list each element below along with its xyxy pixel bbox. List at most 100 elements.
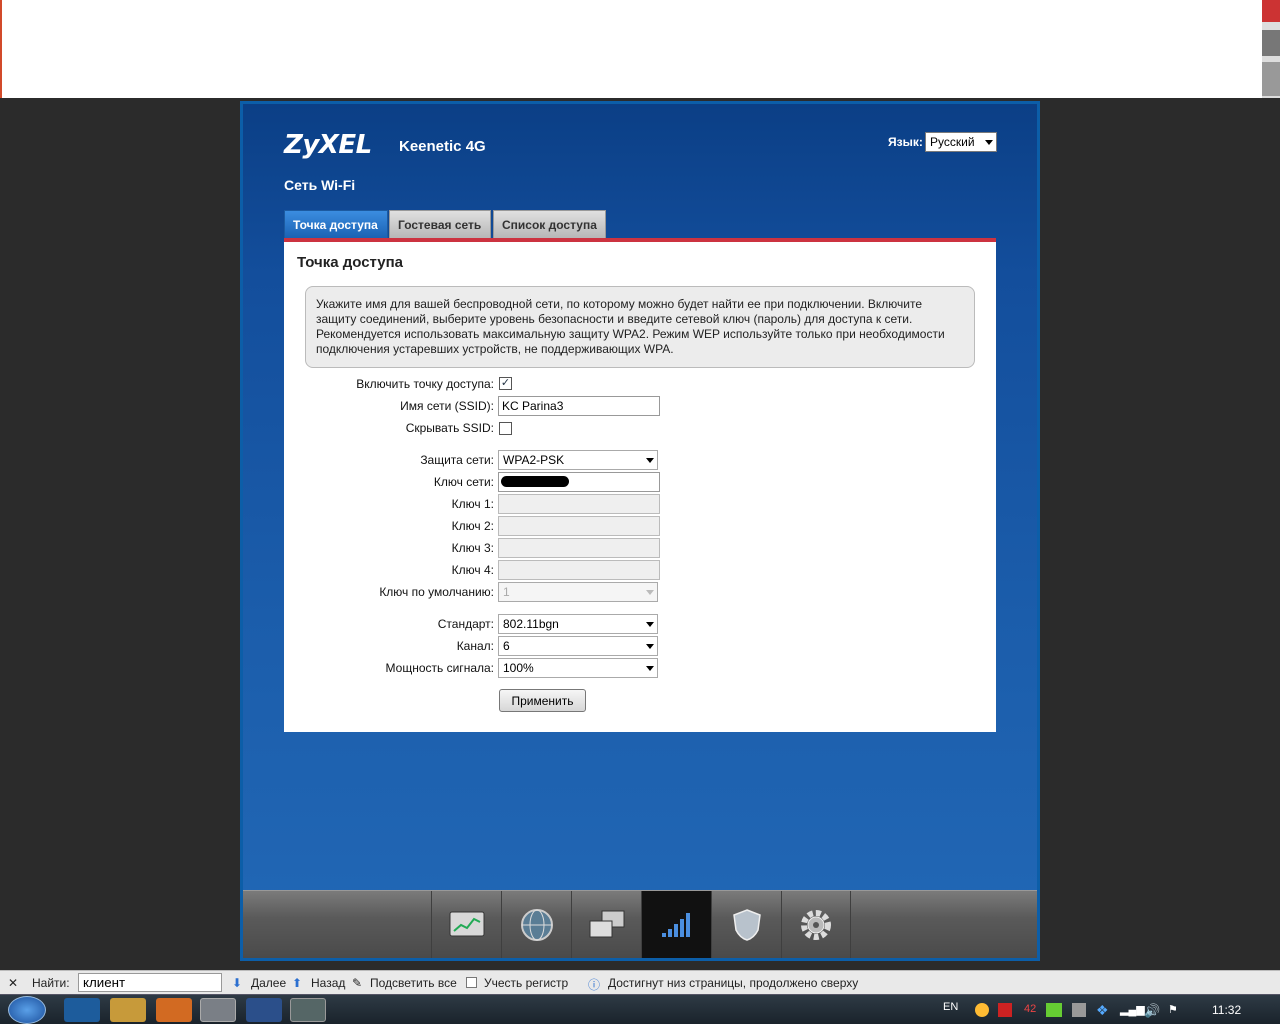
ie-icon[interactable] (64, 998, 100, 1022)
gear-icon (801, 910, 831, 940)
info-icon: ⓘ (588, 978, 601, 992)
default-key-label: Ключ по умолчанию: (379, 585, 494, 599)
key4-input (498, 560, 660, 580)
tray-flash-icon[interactable] (998, 1003, 1012, 1017)
highlight-icon: ✎ (352, 976, 363, 990)
language-label: Язык: (888, 135, 923, 149)
language-indicator[interactable]: EN (943, 1001, 958, 1013)
key2-input (498, 516, 660, 536)
tray-device-icon[interactable] (1072, 1003, 1086, 1017)
zyxel-logo: ZyXEL (284, 130, 372, 160)
key3-input (498, 538, 660, 558)
standard-select[interactable]: 802.11bgn (498, 614, 658, 634)
match-case-checkbox[interactable] (466, 977, 477, 988)
enable-ap-checkbox[interactable]: ✓ (499, 377, 512, 390)
tab-guest-network[interactable]: Гостевая сеть (389, 210, 491, 238)
flag-icon[interactable]: ⚑ (1168, 1003, 1178, 1016)
clock: 11:32 (1212, 1003, 1242, 1017)
tray-app-icon[interactable] (975, 1003, 989, 1017)
volume-icon[interactable]: 🔊 (1144, 1003, 1160, 1019)
key1-input (498, 494, 660, 514)
chevron-down-icon (646, 666, 654, 671)
power-label: Мощность сигнала: (385, 661, 494, 675)
find-status: Достигнут низ страницы, продолжено сверх… (608, 976, 859, 990)
key1-label: Ключ 1: (451, 497, 494, 511)
find-next-button[interactable]: Далее (251, 976, 286, 990)
network-computers-icon (589, 910, 624, 938)
find-label: Найти: (32, 976, 70, 990)
default-key-value: 1 (503, 585, 510, 599)
chevron-down-icon (646, 644, 654, 649)
nav-system-button[interactable] (781, 891, 851, 958)
apply-button[interactable]: Применить (499, 689, 586, 712)
find-bar: ✕ Найти: ⬇ Далее ⬆ Назад ✎ Подсветить вс… (0, 970, 1280, 994)
power-select[interactable]: 100% (498, 658, 658, 678)
tray-nvidia-icon[interactable] (1046, 1003, 1062, 1017)
app-icon[interactable] (290, 998, 326, 1022)
globe-icon (520, 909, 553, 941)
chevron-down-icon (646, 622, 654, 627)
highlight-all-button[interactable]: Подсветить все (370, 976, 457, 990)
router-app: ZyXEL Keenetic 4G Сеть Wi-Fi Язык: Русск… (243, 104, 1037, 958)
browser-blank-area (0, 0, 1262, 98)
key2-label: Ключ 2: (451, 519, 494, 533)
channel-select[interactable]: 6 (498, 636, 658, 656)
content-panel: Точка доступа Укажите имя для вашей бесп… (284, 242, 996, 732)
hide-ssid-checkbox[interactable] (499, 422, 512, 435)
info-box: Укажите имя для вашей беспроводной сети,… (305, 286, 975, 368)
wifi-signal-icon (661, 913, 690, 937)
section-title: Точка доступа (297, 254, 404, 271)
monitor-chart-icon (449, 911, 484, 937)
chevron-down-icon (985, 140, 993, 145)
security-value: WPA2-PSK (503, 453, 565, 467)
taskbar: EN 42 ❖ ▂▄▆ 🔊 ⚑ 11:32 (0, 994, 1280, 1024)
dropbox-icon[interactable]: ❖ (1096, 1002, 1109, 1019)
channel-value: 6 (503, 639, 510, 653)
right-scroll-strip (1262, 0, 1280, 98)
standard-label: Стандарт: (437, 617, 494, 631)
language-value: Русский (930, 135, 975, 149)
key4-label: Ключ 4: (451, 563, 494, 577)
match-case-label: Учесть регистр (484, 976, 569, 990)
start-button[interactable] (8, 996, 46, 1024)
page-title: Сеть Wi-Fi (284, 177, 356, 193)
router-frame: ZyXEL Keenetic 4G Сеть Wi-Fi Язык: Русск… (240, 101, 1040, 961)
arrow-up-icon: ⬆ (292, 976, 303, 990)
nav-wifi-button[interactable] (641, 891, 711, 958)
tray-number: 42 (1024, 1003, 1037, 1015)
nav-monitor-button[interactable] (431, 891, 501, 958)
chevron-down-icon (646, 458, 654, 463)
folder-icon[interactable] (110, 998, 146, 1022)
enable-ap-label: Включить точку доступа: (356, 377, 494, 391)
channel-label: Канал: (456, 639, 494, 653)
close-icon[interactable]: ✕ (8, 976, 18, 990)
language-select[interactable]: Русский (925, 132, 997, 152)
nav-home-network-button[interactable] (571, 891, 641, 958)
find-prev-button[interactable]: Назад (311, 976, 345, 990)
key3-label: Ключ 3: (451, 541, 494, 555)
signal-icon[interactable]: ▂▄▆ (1120, 1003, 1145, 1016)
network-key-input[interactable] (498, 472, 660, 492)
network-key-label: Ключ сети: (433, 475, 494, 489)
bottom-nav-bar (243, 890, 1037, 958)
find-input[interactable] (78, 973, 222, 992)
shield-icon (732, 909, 761, 941)
tab-access-list[interactable]: Список доступа (493, 210, 606, 238)
nav-internet-button[interactable] (501, 891, 571, 958)
ssid-label: Имя сети (SSID): (400, 399, 494, 413)
redacted-scribble (501, 476, 569, 487)
nav-security-button[interactable] (711, 891, 781, 958)
security-label: Защита сети: (420, 453, 494, 467)
default-key-select: 1 (498, 582, 658, 602)
ssid-input[interactable] (498, 396, 660, 416)
media-player-icon[interactable] (156, 998, 192, 1022)
tab-access-point[interactable]: Точка доступа (284, 210, 388, 238)
model-name: Keenetic 4G (399, 138, 486, 155)
save-app-icon[interactable] (246, 998, 282, 1022)
standard-value: 802.11bgn (503, 617, 559, 631)
chevron-down-icon (646, 590, 654, 595)
arrow-down-icon: ⬇ (232, 976, 243, 990)
security-select[interactable]: WPA2-PSK (498, 450, 658, 470)
power-value: 100% (503, 661, 534, 675)
firefox-icon[interactable] (200, 998, 236, 1022)
